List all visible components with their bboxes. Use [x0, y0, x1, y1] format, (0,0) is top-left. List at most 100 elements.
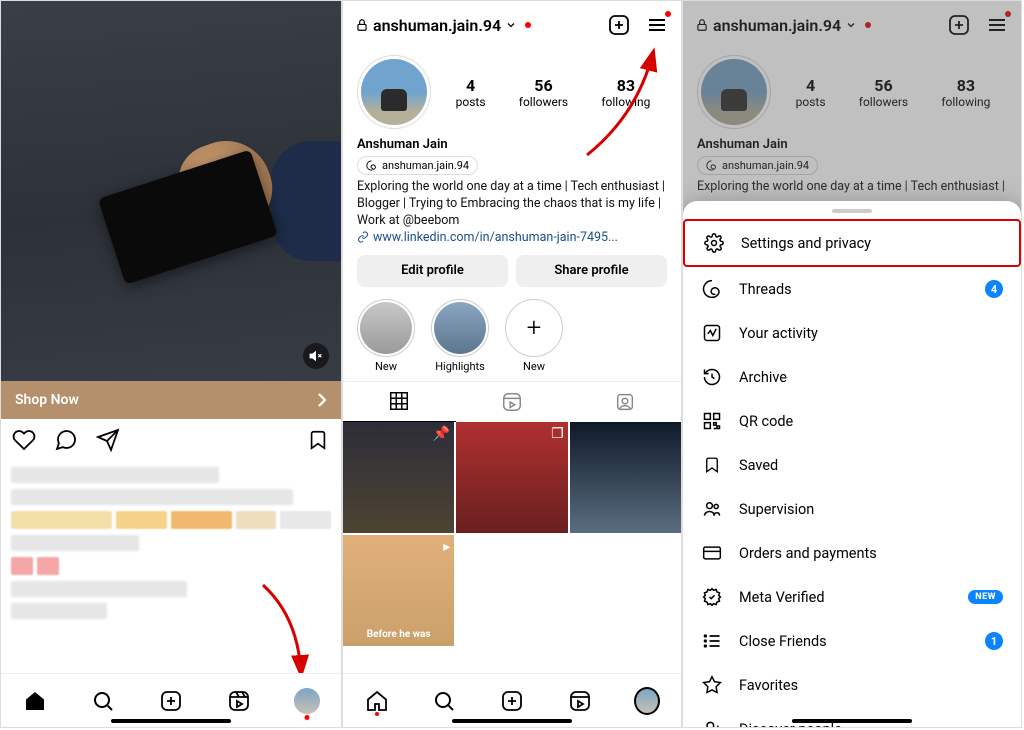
- profile-tab-icon[interactable]: [294, 688, 320, 714]
- profile-link-text: www.linkedin.com/in/anshuman-jain-7495..…: [373, 230, 618, 245]
- menu-label: Orders and payments: [739, 545, 877, 562]
- reels-icon[interactable]: [567, 688, 593, 714]
- profile-tab-icon[interactable]: [634, 688, 660, 714]
- bookmark-icon[interactable]: [305, 427, 331, 453]
- menu-label: QR code: [739, 413, 793, 430]
- lock-icon: [355, 18, 369, 32]
- menu-discover-people[interactable]: Discover people: [683, 707, 1021, 728]
- menu-label: Supervision: [739, 501, 814, 518]
- profile-panel: anshuman.jain.94 4posts 56followers 83fo…: [342, 0, 682, 728]
- menu-label: Your activity: [739, 325, 818, 342]
- edit-profile-button[interactable]: Edit profile: [357, 255, 508, 287]
- post-thumbnail[interactable]: 📌: [343, 422, 454, 533]
- feed-post-media[interactable]: [1, 1, 341, 381]
- threads-icon: [701, 279, 723, 299]
- menu-sheet-panel: anshuman.jain.94 4posts 56followers 83fo…: [682, 0, 1022, 728]
- profile-topbar: anshuman.jain.94: [343, 1, 681, 49]
- menu-archive[interactable]: Archive: [683, 355, 1021, 399]
- search-icon[interactable]: [431, 688, 457, 714]
- sheet-grabber[interactable]: [832, 209, 872, 213]
- reel-indicator-icon: ▸: [443, 539, 450, 555]
- home-icon[interactable]: [364, 688, 390, 714]
- archive-icon: [701, 367, 723, 387]
- tab-tagged[interactable]: [568, 382, 681, 422]
- verified-icon: [701, 587, 723, 607]
- profile-buttons: Edit profile Share profile: [343, 245, 681, 295]
- menu-meta-verified[interactable]: Meta Verified NEW: [683, 575, 1021, 619]
- home-indicator: [792, 719, 912, 723]
- menu-favorites[interactable]: Favorites: [683, 663, 1021, 707]
- reels-icon[interactable]: [226, 688, 252, 714]
- profile-stats-row: 4posts 56followers 83following: [343, 49, 681, 131]
- highlight-label: New: [375, 360, 397, 373]
- empty-cell: [456, 535, 567, 646]
- stat-following[interactable]: 83following: [601, 76, 650, 109]
- threads-icon: [366, 160, 377, 171]
- highlights-row: New Highlights +New: [343, 295, 681, 381]
- hamburger-menu-icon[interactable]: [645, 13, 669, 37]
- badge-count: 4: [985, 280, 1003, 298]
- profile-link[interactable]: www.linkedin.com/in/anshuman-jain-7495..…: [343, 230, 681, 245]
- create-icon[interactable]: [158, 688, 184, 714]
- highlight-label: New: [523, 360, 545, 373]
- profile-avatar[interactable]: [357, 55, 431, 129]
- highlight-item[interactable]: New: [357, 299, 415, 373]
- stat-posts[interactable]: 4posts: [456, 76, 486, 109]
- post-thumbnail[interactable]: [570, 422, 681, 533]
- search-icon[interactable]: [90, 688, 116, 714]
- posts-grid: 📌 ❐ ▸ Before he was: [343, 422, 681, 647]
- qr-icon: [701, 411, 723, 431]
- threads-pill[interactable]: anshuman.jain.94: [357, 156, 478, 175]
- card-icon: [701, 543, 723, 563]
- username-dropdown[interactable]: anshuman.jain.94: [355, 16, 597, 35]
- menu-supervision[interactable]: Supervision: [683, 487, 1021, 531]
- menu-saved[interactable]: Saved: [683, 443, 1021, 487]
- menu-label: Settings and privacy: [741, 235, 871, 252]
- post-thumbnail[interactable]: ❐: [456, 422, 567, 533]
- shop-now-button[interactable]: Shop Now: [1, 381, 341, 419]
- post-thumbnail[interactable]: ▸ Before he was: [343, 535, 454, 646]
- stat-followers[interactable]: 56followers: [519, 76, 568, 109]
- chevron-right-icon: [317, 393, 327, 407]
- activity-icon: [701, 323, 723, 343]
- badge-count: 1: [985, 632, 1003, 650]
- shop-now-label: Shop Now: [15, 392, 79, 408]
- menu-your-activity[interactable]: Your activity: [683, 311, 1021, 355]
- post-caption: Before he was: [349, 629, 448, 640]
- list-icon: [701, 631, 723, 651]
- menu-label: Favorites: [739, 677, 798, 694]
- profile-tabs: [343, 381, 681, 422]
- highlight-label: Highlights: [435, 360, 485, 373]
- feed-panel: Shop Now: [0, 0, 342, 728]
- home-indicator: [111, 719, 231, 723]
- carousel-icon: ❐: [551, 426, 564, 442]
- home-icon[interactable]: [22, 688, 48, 714]
- menu-label: Threads: [739, 281, 792, 298]
- link-icon: [357, 231, 369, 243]
- menu-close-friends[interactable]: Close Friends 1: [683, 619, 1021, 663]
- create-post-icon[interactable]: [607, 13, 631, 37]
- menu-settings-privacy[interactable]: Settings and privacy: [683, 219, 1021, 267]
- sleeve-shape: [271, 141, 341, 261]
- badge-new: NEW: [968, 590, 1003, 604]
- menu-orders-payments[interactable]: Orders and payments: [683, 531, 1021, 575]
- highlight-item[interactable]: Highlights: [431, 299, 489, 373]
- highlight-add[interactable]: +New: [505, 299, 563, 373]
- tab-grid[interactable]: [343, 382, 456, 422]
- menu-qr-code[interactable]: QR code: [683, 399, 1021, 443]
- share-profile-button[interactable]: Share profile: [516, 255, 667, 287]
- bottom-sheet-menu: Settings and privacy Threads 4 Your acti…: [683, 201, 1021, 727]
- avatar: [294, 688, 320, 714]
- notification-dot: [525, 22, 531, 28]
- blurred-caption-area: [1, 457, 341, 619]
- tab-reels[interactable]: [456, 382, 569, 422]
- profile-bio: Exploring the world one day at a time | …: [343, 175, 681, 230]
- chevron-down-icon: [505, 19, 517, 31]
- comment-icon[interactable]: [53, 427, 79, 453]
- bookmark-icon: [701, 455, 723, 475]
- volume-mute-icon[interactable]: [303, 343, 329, 369]
- like-icon[interactable]: [11, 427, 37, 453]
- share-icon[interactable]: [95, 427, 121, 453]
- create-icon[interactable]: [499, 688, 525, 714]
- menu-threads[interactable]: Threads 4: [683, 267, 1021, 311]
